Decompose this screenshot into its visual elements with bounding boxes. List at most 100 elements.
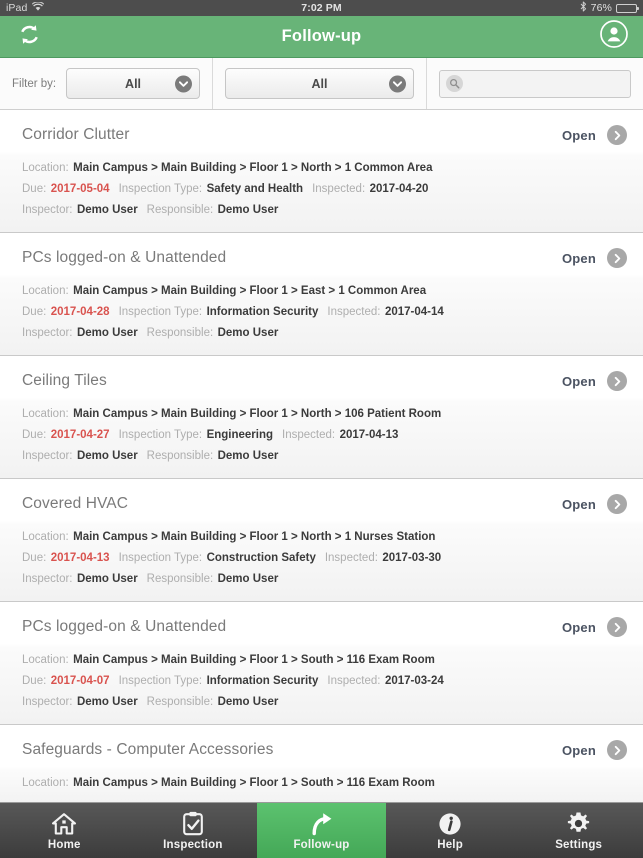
inspected-label: Inspected: (324, 552, 378, 564)
item-inspector-line: Inspector: Demo User Responsible: Demo Us… (22, 692, 627, 711)
due-label: Due: (22, 306, 47, 318)
item-details: Location: Main Campus > Main Building > … (22, 158, 627, 219)
followup-list-item[interactable]: Ceiling Tiles Open Location: Main Campus >… (0, 356, 643, 479)
account-icon (599, 19, 629, 54)
item-location-line: Location: Main Campus > Main Building > … (22, 773, 627, 792)
inspector-label: Inspector: (22, 696, 73, 708)
inspection-type-label: Inspection Type: (118, 429, 203, 441)
item-inspector-line: Inspector: Demo User Responsible: Demo Us… (22, 569, 627, 588)
refresh-icon (18, 23, 41, 51)
chevron-right-icon (607, 740, 627, 760)
chevron-right-icon (607, 494, 627, 514)
due-value: 2017-04-27 (50, 429, 110, 441)
inspector-value: Demo User (76, 204, 138, 216)
responsible-label: Responsible: (146, 327, 214, 339)
status-device-name: iPad (6, 2, 28, 14)
filter-dropdown-two[interactable]: All (225, 68, 414, 99)
item-title: Ceiling Tiles (22, 372, 107, 389)
inspection-type-value: Information Security (206, 306, 319, 318)
item-inspector-line: Inspector: Demo User Responsible: Demo Us… (22, 323, 627, 342)
battery-percent-label: 76% (590, 2, 612, 14)
item-title: PCs logged-on & Unattended (22, 618, 227, 635)
chevron-down-icon (175, 75, 192, 92)
followup-list-item[interactable]: PCs logged-on & Unattended Open Location: … (0, 233, 643, 356)
followup-list-item[interactable]: PCs logged-on & Unattended Open Location: … (0, 602, 643, 725)
item-title: Covered HVAC (22, 495, 129, 512)
chevron-right-icon (607, 371, 627, 391)
open-button[interactable]: Open (562, 371, 627, 391)
inspected-label: Inspected: (312, 183, 366, 195)
followup-list-item[interactable]: Covered HVAC Open Location: Main Campus > … (0, 479, 643, 602)
inspected-value: 2017-04-20 (369, 183, 429, 195)
open-button[interactable]: Open (562, 494, 627, 514)
open-button[interactable]: Open (562, 248, 627, 268)
inspector-label: Inspector: (22, 327, 73, 339)
info-circle-icon (438, 811, 462, 836)
search-input[interactable] (469, 76, 624, 91)
inspection-type-value: Construction Safety (206, 552, 316, 564)
ios-status-bar: iPad 7:02 PM 76% (0, 0, 643, 16)
location-label: Location: (22, 654, 69, 666)
filter-dropdown-one-value: All (125, 76, 142, 91)
tab-help[interactable]: Help (386, 803, 515, 858)
item-details: Location: Main Campus > Main Building > … (22, 281, 627, 342)
item-header: Safeguards - Computer Accessories Open (22, 737, 627, 763)
refresh-button[interactable] (12, 20, 46, 54)
responsible-value: Demo User (217, 450, 279, 462)
status-bar-left: iPad (6, 1, 45, 14)
tab-follow-up[interactable]: Follow-up (257, 803, 386, 858)
inspected-value: 2017-04-13 (339, 429, 399, 441)
search-icon (446, 75, 463, 92)
location-value: Main Campus > Main Building > Floor 1 > … (73, 408, 442, 420)
item-header: Ceiling Tiles Open (22, 368, 627, 394)
open-button[interactable]: Open (562, 617, 627, 637)
item-location-line: Location: Main Campus > Main Building > … (22, 404, 627, 423)
tab-label: Settings (555, 838, 603, 851)
tab-settings[interactable]: Settings (514, 803, 643, 858)
location-value: Main Campus > Main Building > Floor 1 > … (73, 531, 436, 543)
clipboard-check-icon (182, 811, 204, 836)
item-due-line: Due: 2017-04-27 Inspection Type: Engineer… (22, 425, 627, 444)
location-label: Location: (22, 408, 69, 420)
location-label: Location: (22, 777, 69, 789)
bottom-tab-bar: Home Inspection Follow-up Help Settings (0, 802, 643, 858)
item-location-line: Location: Main Campus > Main Building > … (22, 281, 627, 300)
item-details: Location: Main Campus > Main Building > … (22, 773, 627, 792)
status-bar-right: 76% (580, 1, 639, 15)
inspector-value: Demo User (76, 696, 138, 708)
location-value: Main Campus > Main Building > Floor 1 > … (73, 162, 433, 174)
tab-inspection[interactable]: Inspection (129, 803, 258, 858)
followup-list[interactable]: Corridor Clutter Open Location: Main Campu… (0, 110, 643, 802)
due-label: Due: (22, 429, 47, 441)
followup-list-item[interactable]: Corridor Clutter Open Location: Main Campu… (0, 110, 643, 233)
item-location-line: Location: Main Campus > Main Building > … (22, 527, 627, 546)
item-due-line: Due: 2017-04-28 Inspection Type: Informat… (22, 302, 627, 321)
tab-label: Home (47, 838, 81, 851)
item-details: Location: Main Campus > Main Building > … (22, 404, 627, 465)
filter-dropdown-one[interactable]: All (66, 68, 200, 99)
inspection-type-label: Inspection Type: (118, 306, 203, 318)
status-bar-clock: 7:02 PM (301, 2, 342, 14)
tab-home[interactable]: Home (0, 803, 129, 858)
tab-label: Help (437, 838, 463, 851)
battery-icon (616, 3, 639, 13)
item-location-line: Location: Main Campus > Main Building > … (22, 158, 627, 177)
due-value: 2017-04-07 (50, 675, 110, 687)
search-box[interactable] (439, 69, 631, 98)
item-due-line: Due: 2017-04-07 Inspection Type: Informat… (22, 671, 627, 690)
page-title: Follow-up (281, 27, 362, 45)
account-button[interactable] (597, 20, 631, 54)
gear-icon (566, 811, 591, 836)
inspector-label: Inspector: (22, 450, 73, 462)
responsible-label: Responsible: (146, 450, 214, 462)
due-value: 2017-05-04 (50, 183, 110, 195)
inspected-value: 2017-03-30 (382, 552, 442, 564)
inspected-label: Inspected: (282, 429, 336, 441)
item-header: Covered HVAC Open (22, 491, 627, 517)
followup-list-item[interactable]: Safeguards - Computer Accessories Open Loc… (0, 725, 643, 802)
open-button[interactable]: Open (562, 740, 627, 760)
item-details: Location: Main Campus > Main Building > … (22, 650, 627, 711)
open-button[interactable]: Open (562, 125, 627, 145)
location-value: Main Campus > Main Building > Floor 1 > … (73, 654, 435, 666)
inspection-type-label: Inspection Type: (118, 183, 203, 195)
